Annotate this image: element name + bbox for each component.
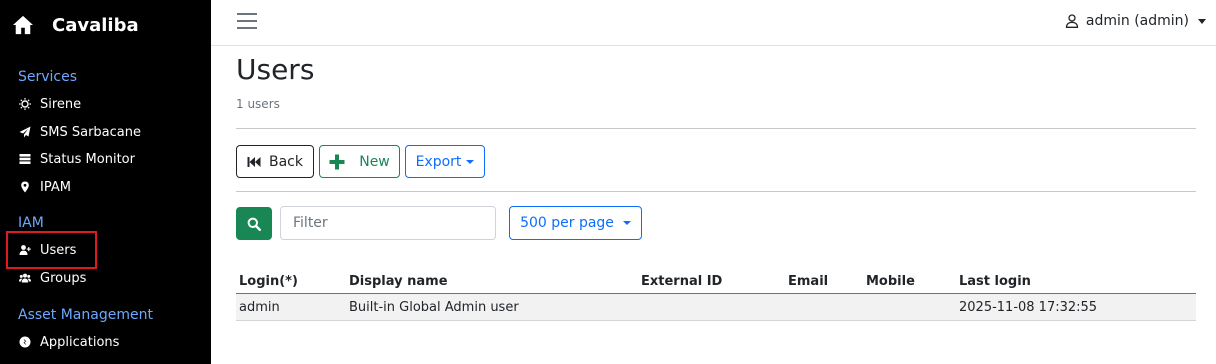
chevron-down-icon (622, 221, 631, 225)
server-icon (18, 152, 32, 166)
sidebar-item-ipam[interactable]: IPAM (18, 176, 71, 198)
sidebar-item-label: Status Monitor (40, 151, 135, 167)
record-count: 1 users (236, 97, 280, 111)
users-table: Login(*) Display name External ID Email … (236, 268, 1196, 321)
column-header-mobile[interactable]: Mobile (866, 274, 915, 289)
filter-input[interactable] (280, 206, 496, 240)
per-page-dropdown[interactable]: 500 per page (509, 206, 642, 240)
new-button[interactable]: New (319, 145, 400, 178)
column-header-display-name[interactable]: Display name (349, 274, 448, 289)
cell-display-name: Built-in Global Admin user (349, 300, 519, 315)
cell-last-login: 2025-11-08 17:32:55 (959, 300, 1098, 315)
search-button[interactable] (236, 207, 272, 240)
user-menu-label: admin (admin) (1085, 13, 1189, 29)
sidebar: Cavaliba Services Sirene SMS Sarbacane S… (0, 0, 211, 364)
highlight-box (6, 231, 97, 269)
sidebar-item-status-monitor[interactable]: Status Monitor (18, 148, 135, 170)
chevron-down-icon (466, 159, 475, 164)
sidebar-item-sms-sarbacane[interactable]: SMS Sarbacane (18, 121, 141, 143)
sidebar-item-label: Applications (40, 334, 120, 350)
app-icon (18, 335, 32, 349)
section-title-asset-management: Asset Management (18, 307, 153, 323)
sidebar-item-label: SMS Sarbacane (40, 124, 141, 140)
sidebar-item-label: IPAM (40, 179, 71, 195)
section-title-iam: IAM (18, 215, 44, 231)
sidebar-item-applications[interactable]: Applications (18, 331, 119, 353)
brand-name: Cavaliba (52, 14, 139, 36)
sidebar-item-label: Sirene (40, 96, 82, 112)
section-title-services: Services (18, 69, 78, 85)
user-icon (1065, 14, 1079, 28)
column-header-email[interactable]: Email (788, 274, 828, 289)
brand[interactable]: Cavaliba (12, 12, 139, 38)
table-header: Login(*) Display name External ID Email … (236, 268, 1196, 294)
column-header-login[interactable]: Login(*) (239, 274, 298, 289)
per-page-label: 500 per page (520, 215, 614, 231)
sidebar-item-groups[interactable]: Groups (18, 267, 86, 289)
sidebar-item-label: Groups (40, 270, 87, 286)
new-button-label: New (359, 153, 390, 170)
home-icon (13, 15, 33, 35)
sidebar-item-sirene[interactable]: Sirene (18, 93, 81, 115)
user-menu[interactable]: admin (admin) (1065, 11, 1206, 31)
export-dropdown[interactable]: Export (405, 145, 485, 178)
paper-plane-icon (18, 125, 32, 139)
divider (236, 191, 1196, 192)
users-icon (18, 271, 32, 285)
divider (236, 128, 1196, 129)
topbar: admin (admin) (211, 0, 1216, 46)
map-pin-icon (18, 180, 32, 194)
column-header-external-id[interactable]: External ID (641, 274, 722, 289)
sun-icon (18, 97, 32, 111)
plus-icon (329, 154, 345, 169)
page-title: Users (236, 53, 315, 86)
back-button[interactable]: Back (236, 145, 314, 178)
search-icon (247, 217, 261, 231)
backward-icon (247, 156, 261, 167)
column-header-last-login[interactable]: Last login (959, 274, 1031, 289)
back-button-label: Back (269, 153, 303, 170)
table-row[interactable]: admin Built-in Global Admin user 2025-11… (236, 294, 1196, 321)
menu-toggle-icon[interactable] (237, 13, 257, 29)
chevron-down-icon (1198, 18, 1206, 24)
export-label: Export (415, 153, 462, 170)
cell-login[interactable]: admin (239, 300, 280, 315)
